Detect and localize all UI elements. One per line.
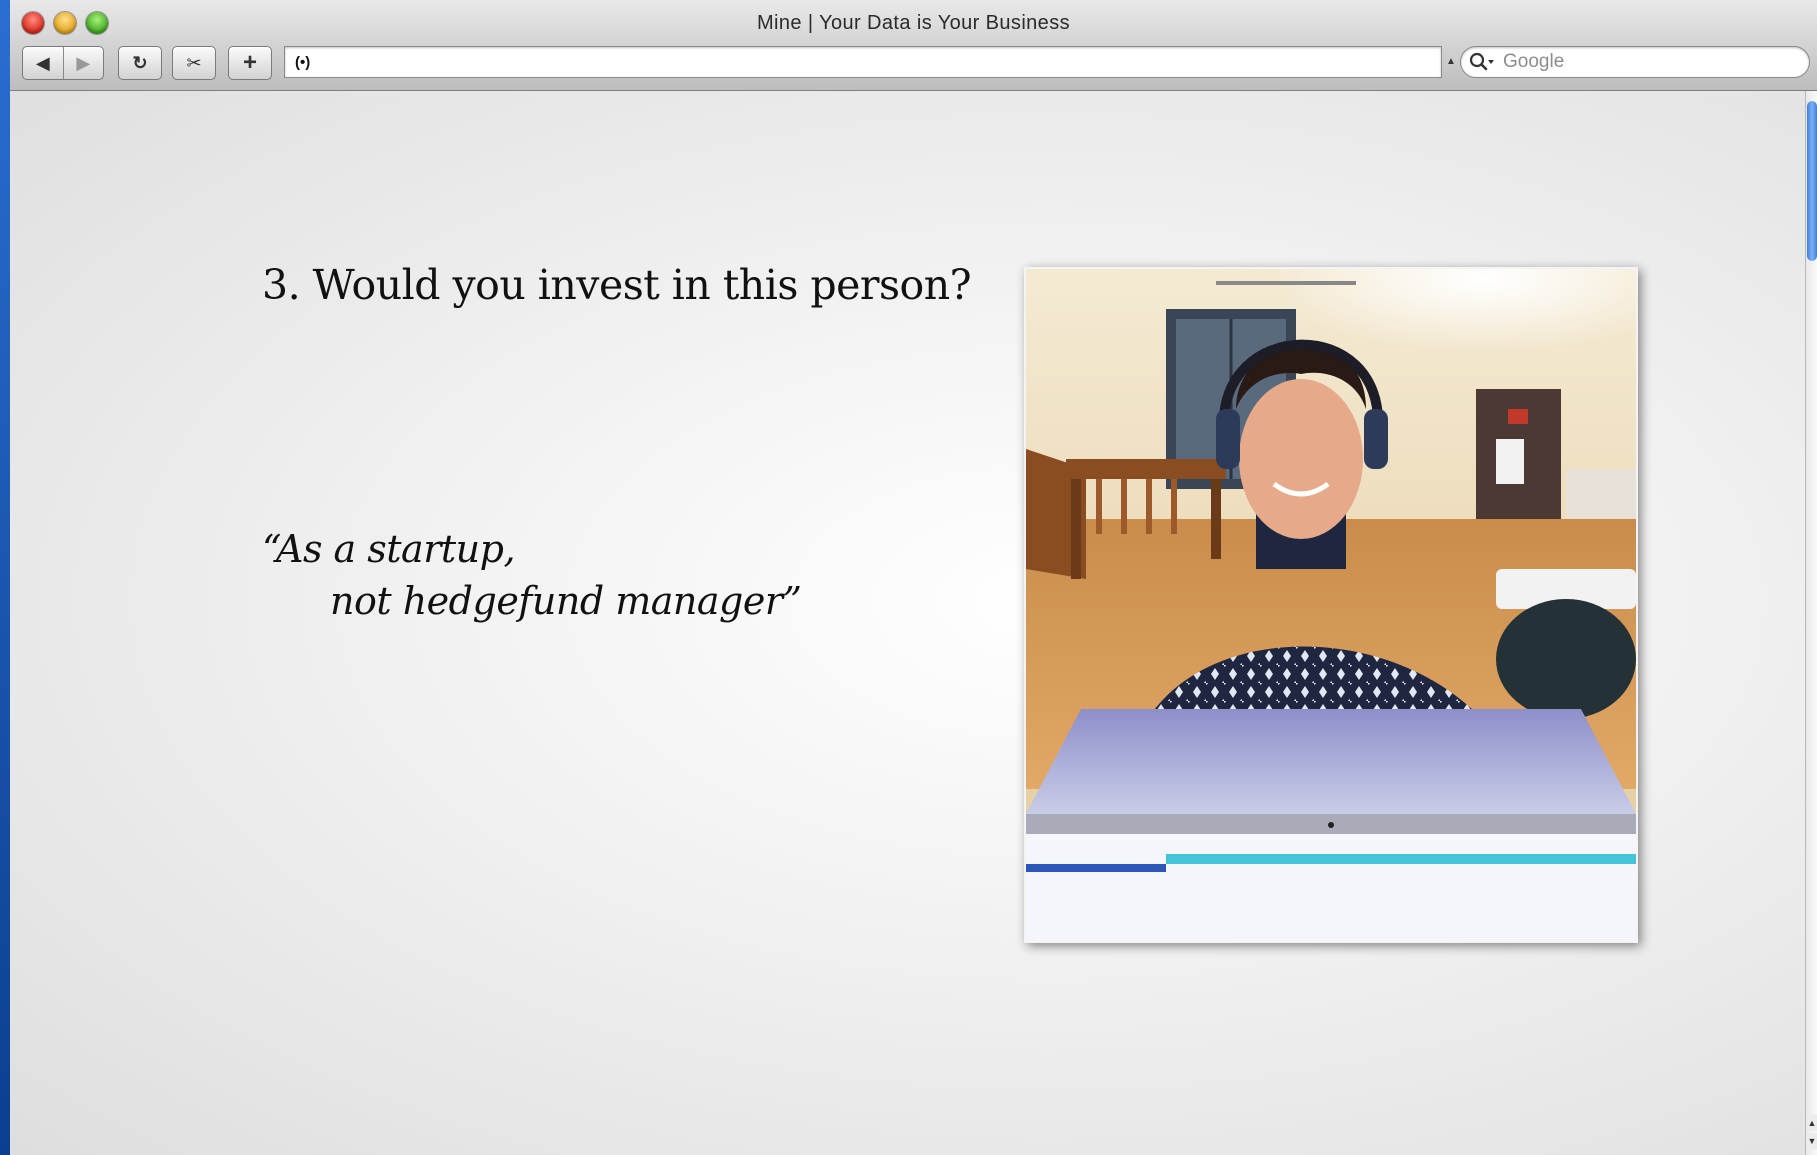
reload-button[interactable]: ↻: [118, 46, 162, 80]
back-button[interactable]: ◀: [23, 47, 63, 79]
plus-icon: +: [242, 49, 257, 76]
search-field[interactable]: [1460, 46, 1810, 78]
slide-photo: [1024, 267, 1638, 943]
forward-button[interactable]: ▶: [62, 47, 104, 79]
slide-heading: 3. Would you invest in this person?: [262, 261, 972, 309]
search-input[interactable]: [1501, 50, 1785, 74]
browser-window: Mine | Your Data is Your Business ◀ ▶ ↻ …: [10, 0, 1817, 1155]
title-bar[interactable]: Mine | Your Data is Your Business ◀ ▶ ↻ …: [10, 0, 1817, 91]
scroll-down-arrow-icon[interactable]: ▼: [1806, 1133, 1817, 1149]
back-arrow-icon: ◀: [35, 52, 50, 73]
scroll-up-arrow-icon[interactable]: ▲: [1806, 1115, 1817, 1131]
quote-line-1: “As a startup,: [262, 527, 516, 571]
rss-icon[interactable]: (•): [295, 54, 310, 71]
scrollbar-thumb[interactable]: [1807, 101, 1817, 261]
snip-button[interactable]: ✂: [172, 46, 216, 80]
slide-quote: “As a startup, not hedgefund manager”: [262, 523, 802, 627]
vertical-scrollbar[interactable]: ▲ ▼: [1805, 91, 1817, 1155]
scissors-icon: ✂: [186, 52, 202, 73]
quote-line-2: not hedgefund manager”: [330, 579, 802, 623]
desktop-background: [0, 0, 10, 1155]
window-title: Mine | Your Data is Your Business: [756, 12, 1071, 34]
address-dropdown-icon[interactable]: ▲: [1446, 56, 1456, 67]
address-bar[interactable]: (•): [284, 46, 1442, 78]
person-at-laptop-image: [1026, 269, 1636, 941]
forward-arrow-icon: ▶: [76, 52, 91, 73]
history-nav-group: ◀ ▶: [22, 46, 104, 80]
magnifier-icon: [1469, 52, 1494, 71]
page-content: 3. Would you invest in this person? “As …: [10, 91, 1805, 1155]
reload-icon: ↻: [132, 52, 148, 73]
add-bookmark-button[interactable]: +: [228, 46, 272, 80]
